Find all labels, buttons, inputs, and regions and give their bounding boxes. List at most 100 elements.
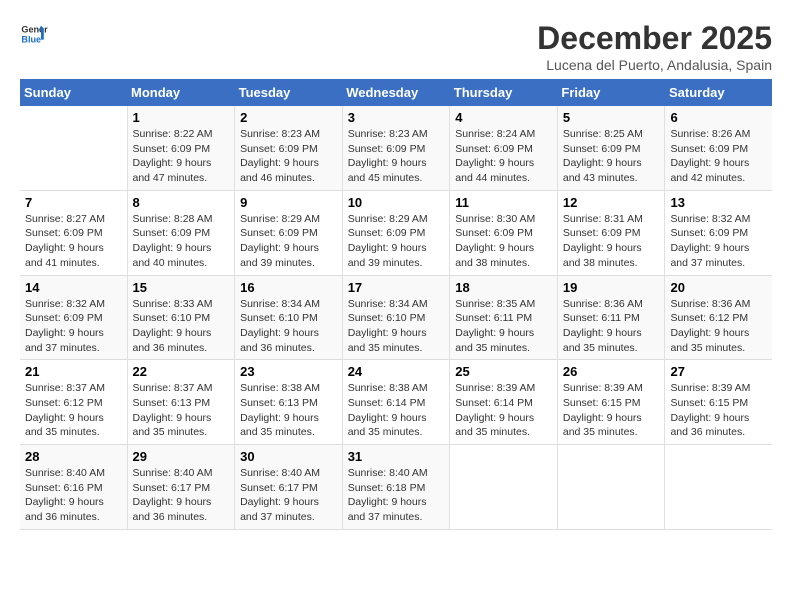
calendar-cell: 14 Sunrise: 8:32 AM Sunset: 6:09 PM Dayli… bbox=[20, 275, 127, 360]
day-info: Sunrise: 8:38 AM Sunset: 6:14 PM Dayligh… bbox=[348, 381, 445, 440]
day-number: 30 bbox=[240, 449, 337, 464]
calendar-cell: 18 Sunrise: 8:35 AM Sunset: 6:11 PM Dayli… bbox=[450, 275, 558, 360]
day-number: 22 bbox=[133, 364, 230, 379]
day-number: 24 bbox=[348, 364, 445, 379]
day-info: Sunrise: 8:31 AM Sunset: 6:09 PM Dayligh… bbox=[563, 212, 660, 271]
header-cell-tuesday: Tuesday bbox=[235, 79, 343, 106]
calendar-cell: 11 Sunrise: 8:30 AM Sunset: 6:09 PM Dayli… bbox=[450, 190, 558, 275]
calendar-cell: 24 Sunrise: 8:38 AM Sunset: 6:14 PM Dayli… bbox=[342, 360, 450, 445]
day-info: Sunrise: 8:38 AM Sunset: 6:13 PM Dayligh… bbox=[240, 381, 337, 440]
day-info: Sunrise: 8:39 AM Sunset: 6:14 PM Dayligh… bbox=[455, 381, 552, 440]
day-number: 25 bbox=[455, 364, 552, 379]
day-number: 31 bbox=[348, 449, 445, 464]
calendar-cell: 7Sunrise: 8:27 AM Sunset: 6:09 PM Daylig… bbox=[20, 190, 127, 275]
day-info: Sunrise: 8:35 AM Sunset: 6:11 PM Dayligh… bbox=[455, 297, 552, 356]
calendar-table: SundayMondayTuesdayWednesdayThursdayFrid… bbox=[20, 79, 772, 530]
calendar-cell: 13 Sunrise: 8:32 AM Sunset: 6:09 PM Dayli… bbox=[665, 190, 772, 275]
svg-text:General: General bbox=[21, 25, 48, 35]
day-info: Sunrise: 8:24 AM Sunset: 6:09 PM Dayligh… bbox=[455, 127, 552, 186]
day-info: Sunrise: 8:32 AM Sunset: 6:09 PM Dayligh… bbox=[25, 297, 122, 356]
day-info: Sunrise: 8:39 AM Sunset: 6:15 PM Dayligh… bbox=[670, 381, 767, 440]
calendar-cell: 6Sunrise: 8:26 AM Sunset: 6:09 PM Daylig… bbox=[665, 106, 772, 190]
day-info: Sunrise: 8:40 AM Sunset: 6:17 PM Dayligh… bbox=[133, 466, 230, 525]
day-info: Sunrise: 8:23 AM Sunset: 6:09 PM Dayligh… bbox=[240, 127, 337, 186]
day-info: Sunrise: 8:32 AM Sunset: 6:09 PM Dayligh… bbox=[670, 212, 767, 271]
day-info: Sunrise: 8:36 AM Sunset: 6:12 PM Dayligh… bbox=[670, 297, 767, 356]
day-number: 13 bbox=[670, 195, 767, 210]
header-cell-saturday: Saturday bbox=[665, 79, 772, 106]
calendar-cell: 21Sunrise: 8:37 AM Sunset: 6:12 PM Dayli… bbox=[20, 360, 127, 445]
calendar-cell: 28 Sunrise: 8:40 AM Sunset: 6:16 PM Dayli… bbox=[20, 445, 127, 530]
calendar-cell: 27Sunrise: 8:39 AM Sunset: 6:15 PM Dayli… bbox=[665, 360, 772, 445]
day-info: Sunrise: 8:37 AM Sunset: 6:13 PM Dayligh… bbox=[133, 381, 230, 440]
logo-icon: General Blue bbox=[20, 20, 48, 48]
header-cell-monday: Monday bbox=[127, 79, 235, 106]
day-info: Sunrise: 8:30 AM Sunset: 6:09 PM Dayligh… bbox=[455, 212, 552, 271]
day-number: 7 bbox=[25, 195, 122, 210]
day-info: Sunrise: 8:40 AM Sunset: 6:18 PM Dayligh… bbox=[348, 466, 445, 525]
day-number: 16 bbox=[240, 280, 337, 295]
day-info: Sunrise: 8:36 AM Sunset: 6:11 PM Dayligh… bbox=[563, 297, 660, 356]
calendar-cell: 23 Sunrise: 8:38 AM Sunset: 6:13 PM Dayli… bbox=[235, 360, 343, 445]
header-cell-wednesday: Wednesday bbox=[342, 79, 450, 106]
day-number: 11 bbox=[455, 195, 552, 210]
week-row-2: 7Sunrise: 8:27 AM Sunset: 6:09 PM Daylig… bbox=[20, 190, 772, 275]
day-number: 12 bbox=[563, 195, 660, 210]
calendar-cell bbox=[450, 445, 558, 530]
calendar-cell: 3Sunrise: 8:23 AM Sunset: 6:09 PM Daylig… bbox=[342, 106, 450, 190]
page-title: December 2025 bbox=[537, 20, 772, 57]
day-number: 28 bbox=[25, 449, 122, 464]
calendar-cell: 8 Sunrise: 8:28 AM Sunset: 6:09 PM Daylig… bbox=[127, 190, 235, 275]
title-section: December 2025 Lucena del Puerto, Andalus… bbox=[537, 20, 772, 73]
calendar-cell: 30Sunrise: 8:40 AM Sunset: 6:17 PM Dayli… bbox=[235, 445, 343, 530]
header-cell-sunday: Sunday bbox=[20, 79, 127, 106]
day-number: 26 bbox=[563, 364, 660, 379]
page-subtitle: Lucena del Puerto, Andalusia, Spain bbox=[537, 57, 772, 73]
day-info: Sunrise: 8:40 AM Sunset: 6:16 PM Dayligh… bbox=[25, 466, 122, 525]
day-info: Sunrise: 8:29 AM Sunset: 6:09 PM Dayligh… bbox=[240, 212, 337, 271]
calendar-cell: 16 Sunrise: 8:34 AM Sunset: 6:10 PM Dayli… bbox=[235, 275, 343, 360]
week-row-5: 28 Sunrise: 8:40 AM Sunset: 6:16 PM Dayli… bbox=[20, 445, 772, 530]
day-info: Sunrise: 8:28 AM Sunset: 6:09 PM Dayligh… bbox=[133, 212, 230, 271]
calendar-body: 1Sunrise: 8:22 AM Sunset: 6:09 PM Daylig… bbox=[20, 106, 772, 529]
week-row-1: 1Sunrise: 8:22 AM Sunset: 6:09 PM Daylig… bbox=[20, 106, 772, 190]
calendar-cell: 31 Sunrise: 8:40 AM Sunset: 6:18 PM Dayli… bbox=[342, 445, 450, 530]
svg-text:Blue: Blue bbox=[21, 34, 41, 44]
calendar-cell: 29Sunrise: 8:40 AM Sunset: 6:17 PM Dayli… bbox=[127, 445, 235, 530]
calendar-cell: 20 Sunrise: 8:36 AM Sunset: 6:12 PM Dayli… bbox=[665, 275, 772, 360]
week-row-3: 14 Sunrise: 8:32 AM Sunset: 6:09 PM Dayli… bbox=[20, 275, 772, 360]
day-number: 17 bbox=[348, 280, 445, 295]
day-number: 15 bbox=[133, 280, 230, 295]
calendar-cell bbox=[557, 445, 665, 530]
day-info: Sunrise: 8:29 AM Sunset: 6:09 PM Dayligh… bbox=[348, 212, 445, 271]
day-number: 21 bbox=[25, 364, 122, 379]
calendar-cell: 9 Sunrise: 8:29 AM Sunset: 6:09 PM Daylig… bbox=[235, 190, 343, 275]
day-number: 23 bbox=[240, 364, 337, 379]
page-header: General Blue December 2025 Lucena del Pu… bbox=[20, 20, 772, 73]
calendar-cell: 22 Sunrise: 8:37 AM Sunset: 6:13 PM Dayli… bbox=[127, 360, 235, 445]
calendar-cell: 1Sunrise: 8:22 AM Sunset: 6:09 PM Daylig… bbox=[127, 106, 235, 190]
calendar-cell bbox=[20, 106, 127, 190]
calendar-cell: 26 Sunrise: 8:39 AM Sunset: 6:15 PM Dayli… bbox=[557, 360, 665, 445]
calendar-header: SundayMondayTuesdayWednesdayThursdayFrid… bbox=[20, 79, 772, 106]
calendar-cell: 4 Sunrise: 8:24 AM Sunset: 6:09 PM Daylig… bbox=[450, 106, 558, 190]
day-number: 4 bbox=[455, 110, 552, 125]
logo: General Blue bbox=[20, 20, 48, 48]
day-number: 18 bbox=[455, 280, 552, 295]
day-number: 8 bbox=[133, 195, 230, 210]
calendar-cell: 17Sunrise: 8:34 AM Sunset: 6:10 PM Dayli… bbox=[342, 275, 450, 360]
week-row-4: 21Sunrise: 8:37 AM Sunset: 6:12 PM Dayli… bbox=[20, 360, 772, 445]
calendar-cell: 12 Sunrise: 8:31 AM Sunset: 6:09 PM Dayli… bbox=[557, 190, 665, 275]
day-number: 6 bbox=[670, 110, 767, 125]
calendar-cell: 10Sunrise: 8:29 AM Sunset: 6:09 PM Dayli… bbox=[342, 190, 450, 275]
day-number: 20 bbox=[670, 280, 767, 295]
header-cell-thursday: Thursday bbox=[450, 79, 558, 106]
calendar-cell: 2Sunrise: 8:23 AM Sunset: 6:09 PM Daylig… bbox=[235, 106, 343, 190]
calendar-cell bbox=[665, 445, 772, 530]
day-info: Sunrise: 8:34 AM Sunset: 6:10 PM Dayligh… bbox=[240, 297, 337, 356]
header-row: SundayMondayTuesdayWednesdayThursdayFrid… bbox=[20, 79, 772, 106]
day-info: Sunrise: 8:39 AM Sunset: 6:15 PM Dayligh… bbox=[563, 381, 660, 440]
day-number: 14 bbox=[25, 280, 122, 295]
day-info: Sunrise: 8:23 AM Sunset: 6:09 PM Dayligh… bbox=[348, 127, 445, 186]
day-number: 9 bbox=[240, 195, 337, 210]
